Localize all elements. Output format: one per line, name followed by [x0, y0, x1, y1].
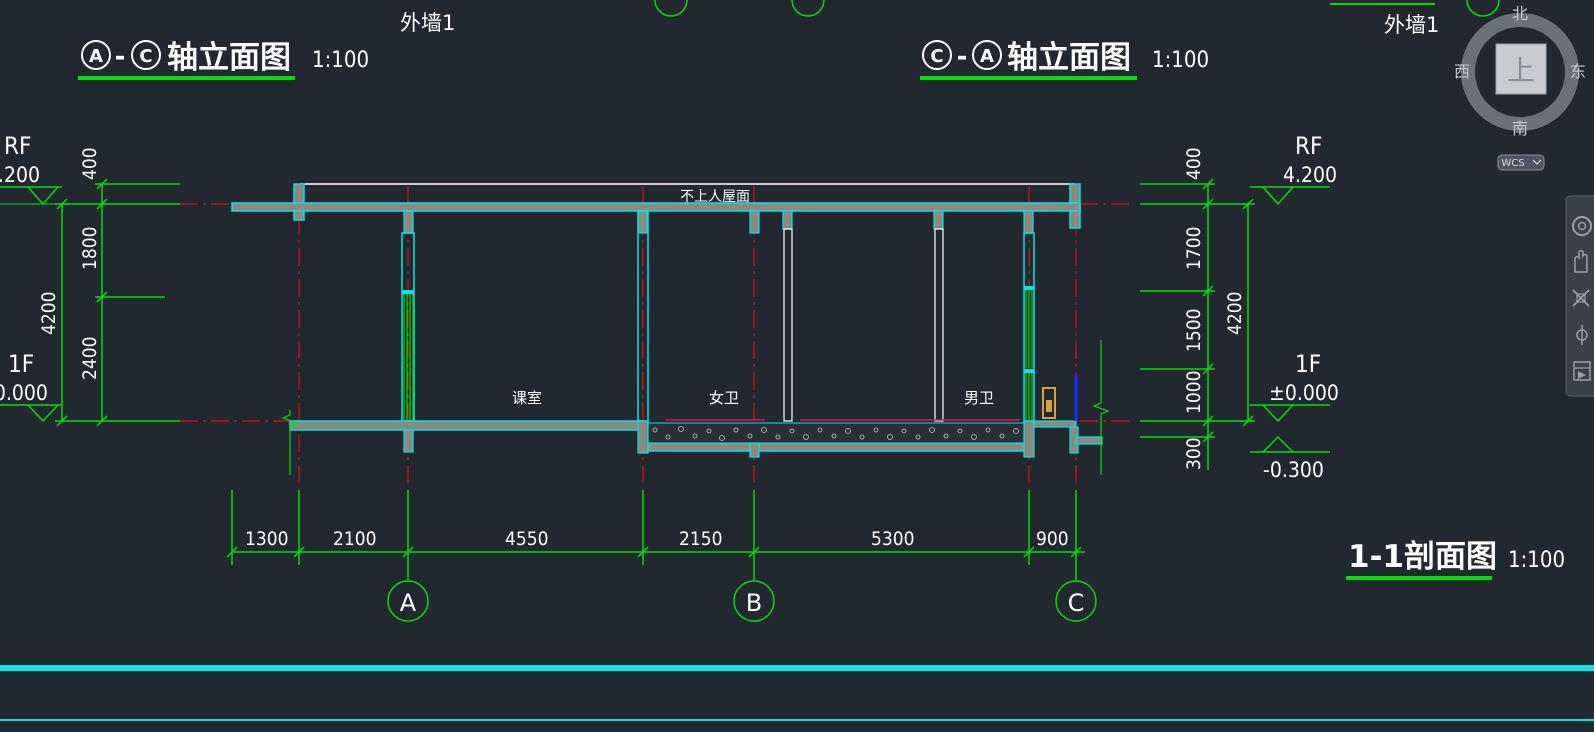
svg-text:±0.000: ±0.000	[1269, 381, 1339, 405]
svg-text:轴立面图: 轴立面图	[167, 40, 291, 76]
dim-400-right: 400	[1183, 147, 1205, 180]
viewcube-face[interactable]: 上	[1507, 54, 1535, 87]
dim-400-left: 400	[79, 147, 101, 180]
grid-bubble-a: A	[387, 580, 429, 622]
navigation-bar[interactable]	[1565, 195, 1594, 397]
compass-west[interactable]: 西	[1454, 62, 1470, 81]
room-classroom: 课室	[512, 389, 542, 407]
svg-text:1:100: 1:100	[312, 48, 369, 73]
dim-1700-right: 1700	[1183, 227, 1205, 271]
svg-text:1-1剖面图: 1-1剖面图	[1348, 539, 1497, 575]
roof-label: 不上人屋面	[680, 189, 750, 205]
svg-text:1F: 1F	[8, 350, 34, 378]
svg-text:轴立面图: 轴立面图	[1007, 40, 1131, 76]
svg-text:B: B	[746, 589, 762, 617]
dim-4200-left: 4200	[38, 292, 60, 336]
svg-text:RF: RF	[4, 132, 31, 160]
wall-label-left: 外墙1	[400, 11, 455, 35]
compass-south[interactable]: 南	[1512, 119, 1528, 138]
viewcube[interactable]: 上 北 南 西 东	[1454, 4, 1586, 138]
level-markers-right: RF 4.200 1F ±0.000 -0.300	[1250, 132, 1339, 482]
dim-2150: 2150	[679, 528, 723, 550]
dim-1800-left: 1800	[79, 227, 101, 271]
room-female-wc: 女卫	[709, 389, 739, 407]
grid-bubble-b: B	[733, 580, 775, 622]
svg-text:1:100: 1:100	[1508, 548, 1565, 573]
dim-4550: 4550	[505, 528, 549, 550]
dim-1500-right: 1500	[1183, 309, 1205, 353]
dim-4200-right: 4200	[1224, 292, 1246, 336]
svg-text:-: -	[957, 42, 968, 72]
dim-1300: 1300	[245, 528, 289, 550]
dim-900: 900	[1036, 528, 1069, 550]
building-section	[231, 183, 1110, 475]
section-title: 1-1剖面图 1:100	[1346, 539, 1565, 580]
title-right: C - A 轴立面图 1:100	[920, 40, 1209, 80]
compass-north[interactable]: 北	[1512, 4, 1528, 23]
svg-text:C: C	[930, 46, 943, 67]
svg-text:C: C	[1068, 589, 1085, 617]
compass-east[interactable]: 东	[1570, 62, 1586, 81]
wcs-label: WCS	[1501, 158, 1524, 169]
level-markers-left: RF 4.200 1F ±0.000	[0, 132, 62, 423]
svg-text:C: C	[139, 46, 152, 67]
svg-text:4.200: 4.200	[0, 163, 40, 187]
room-male-wc: 男卫	[964, 389, 994, 407]
dim-2400-left: 2400	[79, 337, 101, 381]
svg-text:A: A	[400, 589, 417, 617]
dim-5300: 5300	[871, 528, 915, 550]
svg-text:-0.300: -0.300	[1263, 458, 1324, 482]
svg-text:4.200: 4.200	[1283, 163, 1337, 187]
svg-text:A: A	[980, 46, 994, 67]
svg-text:A: A	[89, 46, 103, 67]
svg-text:-: -	[115, 42, 126, 72]
cad-drawing-canvas[interactable]: 外墙1 外墙1 A - C 轴立面图 1:100 C - A 轴立面图 1:10…	[0, 0, 1594, 728]
dim-1000-right: 1000	[1183, 371, 1205, 415]
dim-300-right: 300	[1183, 437, 1205, 470]
wcs-menu[interactable]: WCS	[1497, 154, 1545, 171]
svg-text:1F: 1F	[1295, 350, 1321, 378]
dim-2100: 2100	[333, 528, 377, 550]
svg-text:RF: RF	[1295, 132, 1322, 160]
wall-label-right: 外墙1	[1384, 13, 1439, 37]
title-left: A - C 轴立面图 1:100	[78, 40, 369, 80]
svg-text:±0.000: ±0.000	[0, 381, 48, 405]
grid-bubble-c: C	[1055, 580, 1097, 622]
dimensions-left	[55, 178, 180, 427]
svg-text:1:100: 1:100	[1152, 48, 1209, 73]
